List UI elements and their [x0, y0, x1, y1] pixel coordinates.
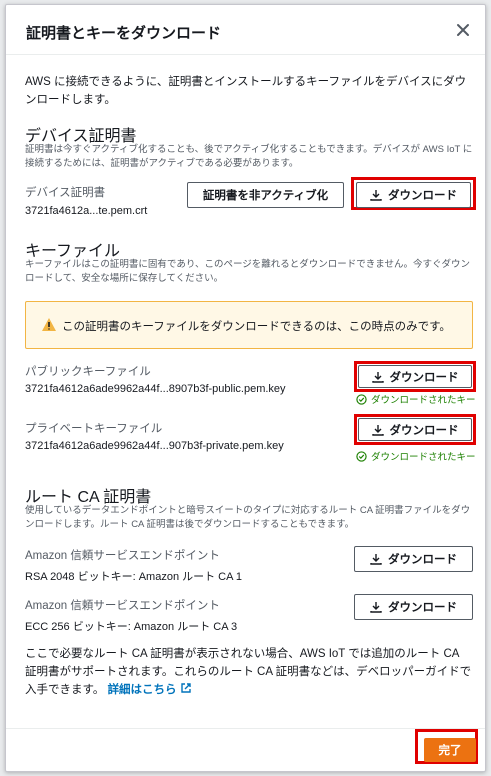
close-icon[interactable] — [455, 22, 471, 38]
public-key-download-button[interactable]: ダウンロード — [358, 365, 472, 388]
deactivate-certificate-button[interactable]: 証明書を非アクティブ化 — [187, 182, 344, 208]
download-icon — [371, 424, 384, 436]
root-ca-description: 使用しているデータエンドポイントと暗号スイートのタイプに対応するルート CA 証… — [25, 505, 471, 530]
root-ca-1-value: RSA 2048 ビットキー: Amazon ルート CA 1 — [25, 571, 243, 583]
download-label: ダウンロード — [389, 424, 459, 437]
modal-intro: AWS に接続できるように、証明書とインストールするキーファイルをデバイスにダウ… — [25, 76, 467, 106]
private-key-filename: 3721fa4612a6ade9962a44f...907b3f-private… — [25, 440, 284, 452]
key-files-alert: この証明書のキーファイルをダウンロードできるのは、この時点のみです。 — [25, 301, 473, 349]
root-ca-footer-text: ここで必要なルート CA 証明書が表示されない場合、AWS IoT では追加のル… — [25, 645, 473, 699]
download-certificates-modal: 証明書とキーをダウンロード AWS に接続できるように、証明書とインストールする… — [5, 4, 486, 772]
done-label: 完了 — [438, 745, 462, 757]
device-cert-label: デバイス証明書 — [25, 187, 106, 199]
download-label: ダウンロード — [388, 190, 457, 202]
footer-paragraph: ここで必要なルート CA 証明書が表示されない場合、AWS IoT では追加のル… — [25, 648, 472, 696]
download-icon — [370, 190, 382, 201]
status-text: ダウンロードされたキー — [371, 452, 476, 463]
download-icon — [370, 554, 382, 565]
check-circle-icon — [356, 450, 367, 462]
done-button[interactable]: 完了 — [424, 738, 476, 762]
device-cert-download-button[interactable]: ダウンロード — [356, 182, 471, 208]
root-ca-1-label: Amazon 信頼サービスエンドポイント — [25, 550, 220, 562]
download-label: ダウンロード — [388, 554, 457, 566]
private-key-label: プライベートキーファイル — [25, 423, 163, 435]
download-label: ダウンロード — [388, 602, 457, 614]
external-link-icon — [181, 683, 191, 693]
download-label: ダウンロード — [389, 371, 459, 384]
modal-title: 証明書とキーをダウンロード — [26, 25, 222, 42]
footer-divider — [6, 728, 485, 729]
public-key-status: ダウンロードされたキー — [356, 392, 476, 406]
download-icon — [371, 371, 384, 383]
root-ca-2-download-button[interactable]: ダウンロード — [354, 594, 473, 620]
root-ca-1-download-button[interactable]: ダウンロード — [354, 546, 473, 572]
check-circle-icon — [356, 393, 367, 405]
download-icon — [370, 602, 382, 613]
root-ca-2-value: ECC 256 ビットキー: Amazon ルート CA 3 — [25, 621, 238, 633]
private-key-download-button[interactable]: ダウンロード — [358, 418, 472, 441]
learn-more-link[interactable]: 詳細はこちら — [107, 683, 192, 696]
public-key-label: パブリックキーファイル — [25, 366, 151, 378]
warning-icon — [42, 318, 56, 331]
device-cert-filename: 3721fa4612a...te.pem.crt — [25, 205, 148, 217]
key-files-description: キーファイルはこの証明書に固有であり、このページを離れるとダウンロードできません… — [25, 259, 470, 284]
public-key-filename: 3721fa4612a6ade9962a44f...8907b3f-public… — [25, 383, 286, 395]
modal-header: 証明書とキーをダウンロード — [6, 5, 485, 55]
root-ca-2-label: Amazon 信頼サービスエンドポイント — [25, 600, 220, 612]
link-text: 詳細はこちら — [107, 684, 177, 696]
device-cert-description: 証明書は今すぐアクティブ化することも、後でアクティブ化することもできます。デバイ… — [25, 144, 473, 169]
deactivate-label: 証明書を非アクティブ化 — [202, 190, 329, 202]
alert-text: この証明書のキーファイルをダウンロードできるのは、この時点のみです。 — [62, 321, 451, 333]
status-text: ダウンロードされたキー — [371, 395, 476, 406]
private-key-status: ダウンロードされたキー — [356, 449, 476, 463]
